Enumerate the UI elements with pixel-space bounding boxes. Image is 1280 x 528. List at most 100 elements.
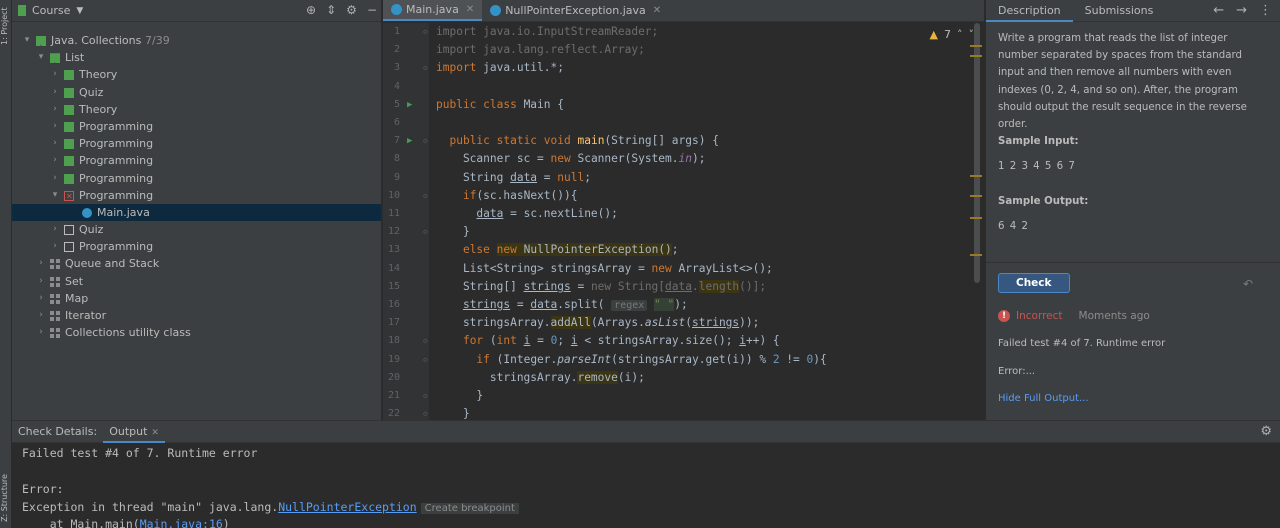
fold-icon[interactable]: ◇ — [423, 387, 428, 405]
warning-marker[interactable] — [970, 217, 982, 219]
close-icon[interactable]: ✕ — [466, 4, 474, 15]
tree-item[interactable]: › Theory — [12, 66, 381, 83]
chevron-down-icon[interactable]: ▾ — [36, 49, 46, 66]
warning-marker[interactable] — [970, 175, 982, 177]
code-line[interactable]: 12 } ◇ — [383, 223, 973, 241]
code-line[interactable]: 10 if(sc.hasNext()){◇ — [383, 187, 973, 205]
code-line[interactable]: 19 if (Integer.parseInt(stringsArray.get… — [383, 351, 973, 369]
run-icon[interactable]: ▶ — [407, 132, 412, 150]
chevron-up-icon[interactable]: ˄ — [957, 28, 963, 41]
fold-icon[interactable]: ◇ — [423, 187, 428, 205]
code-line[interactable]: 6 — [383, 114, 973, 132]
tree-item[interactable]: Main.java — [12, 203, 381, 222]
tree-item[interactable]: ▾ List — [12, 49, 381, 66]
chevron-right-icon[interactable]: › — [50, 152, 60, 169]
tree-item[interactable]: › Iterator — [12, 307, 381, 324]
inspection-widget[interactable]: ▲ 7 ˄ ˅ — [930, 28, 974, 41]
chevron-right-icon[interactable]: › — [50, 84, 60, 101]
collapse-all-icon[interactable]: ⇕ — [326, 3, 336, 17]
tree-item[interactable]: › Queue and Stack — [12, 255, 381, 272]
more-icon[interactable]: ⋮ — [1259, 3, 1272, 18]
hide-full-output-link[interactable]: Hide Full Output... — [998, 393, 1089, 404]
warning-marker[interactable] — [970, 45, 982, 47]
code-line[interactable]: 16 strings = data.split( regex " "); — [383, 296, 973, 314]
tree-item[interactable]: › Programming — [12, 135, 381, 152]
chevron-right-icon[interactable]: › — [50, 66, 60, 83]
fold-icon[interactable]: ◇ — [423, 223, 428, 241]
chevron-right-icon[interactable]: › — [50, 170, 60, 187]
close-icon[interactable]: ✕ — [653, 5, 661, 16]
arrow-left-icon[interactable]: ← — [1213, 3, 1224, 18]
chevron-down-icon[interactable]: ▾ — [50, 187, 60, 204]
close-icon[interactable]: ✕ — [151, 428, 159, 438]
run-icon[interactable]: ▶ — [407, 96, 412, 114]
fold-icon[interactable]: ◇ — [423, 59, 428, 77]
project-view-selector[interactable]: Course — [32, 4, 70, 17]
tree-item[interactable]: ▾ Java. Collections 7/39 — [12, 32, 381, 49]
tree-item[interactable]: › Set — [12, 273, 381, 290]
gear-icon[interactable]: ⚙ — [1260, 424, 1272, 439]
chevron-right-icon[interactable]: › — [36, 307, 46, 324]
code-line[interactable]: 1 import java.io.InputStreamReader; ◇ — [383, 23, 973, 41]
code-line[interactable]: 17 stringsArray.addAll(Arrays.asList(str… — [383, 314, 973, 332]
code-line[interactable]: 7 public static void main(String[] args)… — [383, 132, 973, 150]
code-line[interactable]: 18 for (int i = 0; i < stringsArray.size… — [383, 332, 973, 350]
code-line[interactable]: 4 — [383, 78, 973, 96]
tree-item[interactable]: › Programming — [12, 170, 381, 187]
tree-item[interactable]: › Quiz — [12, 221, 381, 238]
tree-item[interactable]: ▾ Programming — [12, 187, 381, 205]
exception-link[interactable]: NullPointerException — [278, 500, 416, 514]
tab-submissions[interactable]: Submissions — [1073, 0, 1166, 22]
warning-marker[interactable] — [970, 195, 982, 197]
tree-item[interactable]: › Programming — [12, 238, 381, 255]
chevron-down-icon[interactable]: ▼ — [76, 6, 83, 16]
code-line[interactable]: 15 String[] strings = new String[data.le… — [383, 278, 973, 296]
chevron-right-icon[interactable]: › — [36, 273, 46, 290]
code-line[interactable]: 3 import java.util.*; ◇ — [383, 59, 973, 77]
structure-tool-tab[interactable]: Z: Structure — [0, 470, 12, 526]
warning-marker[interactable] — [970, 55, 982, 57]
tab-output[interactable]: Output ✕ — [103, 421, 165, 443]
fold-icon[interactable]: ◇ — [423, 23, 428, 41]
tree-item[interactable]: › Programming — [12, 152, 381, 169]
code-line[interactable]: 21 } ◇ — [383, 387, 973, 405]
code-line[interactable]: 13 else new NullPointerException(); — [383, 241, 973, 259]
create-breakpoint-hint[interactable]: Create breakpoint — [420, 503, 519, 514]
hide-icon[interactable]: − — [367, 3, 377, 17]
project-tool-tab[interactable]: 1: Project — [0, 4, 12, 48]
gear-icon[interactable]: ⚙ — [346, 3, 357, 17]
code-line[interactable]: 5 public class Main {▶ — [383, 96, 973, 114]
tab-main-java[interactable]: Main.java ✕ — [383, 0, 483, 21]
code-lines[interactable]: 1 import java.io.InputStreamReader; ◇ 2 imp… — [383, 23, 973, 420]
tree-item[interactable]: › Collections utility class — [12, 324, 381, 341]
tab-nullpointerexception-java[interactable]: NullPointerException.java ✕ — [482, 0, 669, 21]
tree-item[interactable]: › Programming — [12, 118, 381, 135]
locate-icon[interactable]: ⊕ — [306, 3, 316, 17]
code-line[interactable]: 2 import java.lang.reflect.Array; — [383, 41, 973, 59]
code-line[interactable]: 14 List<String> stringsArray = new Array… — [383, 260, 973, 278]
reset-icon[interactable]: ↶ — [1243, 277, 1253, 291]
chevron-right-icon[interactable]: › — [50, 101, 60, 118]
arrow-right-icon[interactable]: → — [1236, 3, 1247, 18]
code-line[interactable]: 8 Scanner sc = new Scanner(System.in); — [383, 150, 973, 168]
code-line[interactable]: 20 stringsArray.remove(i); — [383, 369, 973, 387]
code-line[interactable]: 9 String data = null; — [383, 169, 973, 187]
code-line[interactable]: 11 data = sc.nextLine(); — [383, 205, 973, 223]
fold-icon[interactable]: ◇ — [423, 332, 428, 350]
fold-icon[interactable]: ◇ — [423, 132, 428, 150]
stack-trace-link[interactable]: Main.java:16 — [140, 517, 223, 528]
chevron-right-icon[interactable]: › — [36, 324, 46, 341]
chevron-right-icon[interactable]: › — [50, 118, 60, 135]
chevron-right-icon[interactable]: › — [36, 290, 46, 307]
warning-marker[interactable] — [970, 254, 982, 256]
code-line[interactable]: 22 } ◇ — [383, 405, 973, 420]
chevron-right-icon[interactable]: › — [36, 255, 46, 272]
chevron-right-icon[interactable]: › — [50, 238, 60, 255]
tree-item[interactable]: › Map — [12, 290, 381, 307]
tree-item[interactable]: › Theory — [12, 101, 381, 118]
fold-icon[interactable]: ◇ — [423, 405, 428, 420]
chevron-right-icon[interactable]: › — [50, 135, 60, 152]
check-button[interactable]: Check — [998, 273, 1070, 293]
tab-description[interactable]: Description — [986, 0, 1073, 22]
chevron-right-icon[interactable]: › — [50, 221, 60, 238]
